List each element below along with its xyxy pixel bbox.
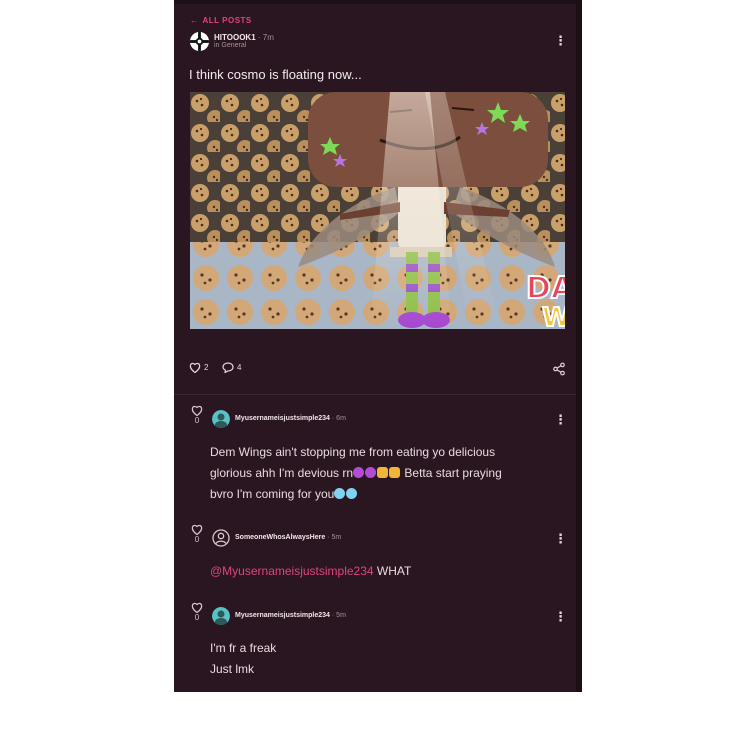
comment-text-part: glorious ahh I'm devious rn	[210, 466, 354, 480]
comment-author[interactable]: SomeoneWhosAlwaysHere	[235, 534, 325, 541]
cold-face-emoji-icon	[334, 488, 346, 499]
avatar[interactable]	[212, 607, 230, 625]
panel-right-edge	[576, 0, 582, 692]
comment-author[interactable]: Myusernameisjustsimple234	[235, 415, 330, 422]
comment-time: 5m	[336, 612, 346, 619]
post-panel: ← ALL POSTS HITOOOK1 · 7m in General ⋮ I …	[174, 0, 582, 692]
comment-line: Just lmk	[210, 662, 255, 676]
post-author-row: HITOOOK1 · 7m in General	[188, 30, 582, 54]
comment-author-line: SomeoneWhosAlwaysHere · 5m	[235, 534, 341, 541]
comment-button[interactable]: 4	[222, 362, 241, 373]
post-image[interactable]: DA W	[190, 92, 565, 329]
heart-icon	[189, 362, 201, 373]
op-username[interactable]: HITOOOK1	[214, 33, 256, 42]
comment-line-2: glorious ahh I'm devious rn Betta start …	[210, 463, 540, 484]
op-username-line: HITOOOK1 · 7m	[214, 33, 274, 42]
avatar[interactable]	[212, 410, 230, 428]
comment-vote[interactable]: 0	[190, 524, 204, 544]
comment-author[interactable]: Myusernameisjustsimple234	[235, 612, 330, 619]
comment-kebab-menu-icon[interactable]: ⋮	[554, 532, 567, 546]
heart-icon	[191, 405, 203, 416]
share-button[interactable]	[552, 362, 566, 376]
comment-vote[interactable]: 0	[190, 602, 204, 622]
image-corner-text-2: W	[542, 303, 565, 329]
user-mention-link[interactable]: @Myusernameisjustsimple234	[210, 564, 374, 578]
comment-text: WHAT	[373, 564, 412, 578]
share-icon	[553, 362, 565, 376]
comment-bubble-icon	[222, 362, 234, 373]
comment-kebab-menu-icon[interactable]: ⋮	[554, 610, 567, 624]
comment-time: 5m	[331, 534, 342, 541]
top-edge	[174, 0, 582, 4]
like-count: 2	[204, 363, 209, 372]
comment-kebab-menu-icon[interactable]: ⋮	[554, 413, 567, 427]
like-button[interactable]: 2	[189, 362, 208, 373]
devil-emoji-icon	[353, 467, 365, 478]
op-avatar[interactable]	[190, 32, 209, 51]
comment-text-part: bvro I'm coming for you	[210, 487, 335, 501]
comment-item: 0 Myusernameisjustsimple234 · 5m ⋮ I'm f…	[174, 602, 582, 682]
comment-time: 6m	[336, 415, 346, 422]
post-title: I think cosmo is floating now...	[189, 67, 362, 82]
comment-count: 4	[237, 363, 242, 372]
heart-icon	[191, 524, 203, 535]
back-to-all-posts-link[interactable]: ← ALL POSTS	[190, 16, 252, 25]
comment-body: I'm fr a freak Just lmk	[210, 638, 540, 680]
image-corner-text: DA	[526, 271, 565, 306]
comment-vote-count: 0	[194, 416, 200, 425]
comment-item: 0 Myusernameisjustsimple234 · 6m ⋮ Dem W…	[174, 405, 582, 505]
cold-face-emoji-icon	[346, 488, 358, 499]
heart-icon	[191, 602, 203, 613]
comment-line: Dem Wings ain't stopping me from eating …	[210, 445, 496, 459]
comment-author-line: Myusernameisjustsimple234 · 5m	[235, 612, 346, 619]
comment-vote[interactable]: 0	[190, 405, 204, 425]
comment-item: 0 SomeoneWhosAlwaysHere · 5m ⋮ @Myuserna…	[174, 524, 582, 584]
comment-vote-count: 0	[194, 535, 200, 544]
back-arrow-icon: ←	[190, 16, 199, 25]
devil-emoji-icon	[365, 467, 377, 478]
comment-line-3: bvro I'm coming for you	[210, 484, 540, 505]
comment-author-line: Myusernameisjustsimple234 · 6m	[235, 415, 346, 422]
comment-vote-count: 0	[194, 613, 200, 622]
user-outline-icon[interactable]	[212, 529, 230, 547]
divider	[174, 394, 582, 395]
cosmo-floating-image: DA W	[190, 92, 565, 329]
comment-body: @Myusernameisjustsimple234 WHAT	[210, 561, 540, 582]
comment-line: I'm fr a freak	[210, 641, 277, 655]
praying-hands-emoji-icon	[377, 467, 389, 478]
post-kebab-menu-icon[interactable]: ⋮	[554, 34, 567, 48]
op-community[interactable]: in General	[214, 42, 246, 49]
comment-text-part: Betta start praying	[404, 466, 502, 480]
praying-hands-emoji-icon	[389, 467, 401, 478]
back-label: ALL POSTS	[202, 16, 252, 25]
comment-body: Dem Wings ain't stopping me from eating …	[210, 442, 540, 505]
op-time: 7m	[262, 33, 274, 42]
